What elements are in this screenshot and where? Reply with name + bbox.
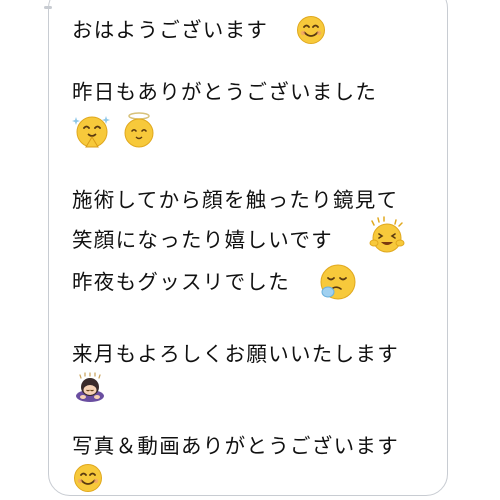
message-line-3: 施術してから顔を触ったり鏡見て	[72, 188, 399, 212]
bubble-tail	[44, 6, 52, 9]
smiling-face-icon	[73, 463, 103, 493]
message-line-5: 昨夜もグッスリでした	[72, 270, 290, 294]
halo-chick-face-icon	[120, 110, 158, 150]
happy-sparkle-face-icon	[366, 215, 408, 257]
message-line-4: 笑顔になったり嬉しいです	[72, 228, 333, 252]
message-line-6: 来月もよろしくお願いいたします	[72, 342, 399, 366]
message-line-1: おはようございます	[72, 18, 269, 42]
praying-smiling-face-icon	[72, 112, 112, 150]
chat-screen: おはようございます 昨日もありがとうございました 施術してから顔を触ったり鏡見て…	[0, 0, 500, 500]
bowing-person-icon	[74, 372, 106, 402]
message-line-7: 写真＆動画ありがとうございます	[72, 434, 399, 458]
smiling-face-icon	[296, 15, 326, 45]
message-line-2: 昨日もありがとうございました	[72, 80, 378, 104]
sleeping-face-icon	[318, 262, 358, 302]
